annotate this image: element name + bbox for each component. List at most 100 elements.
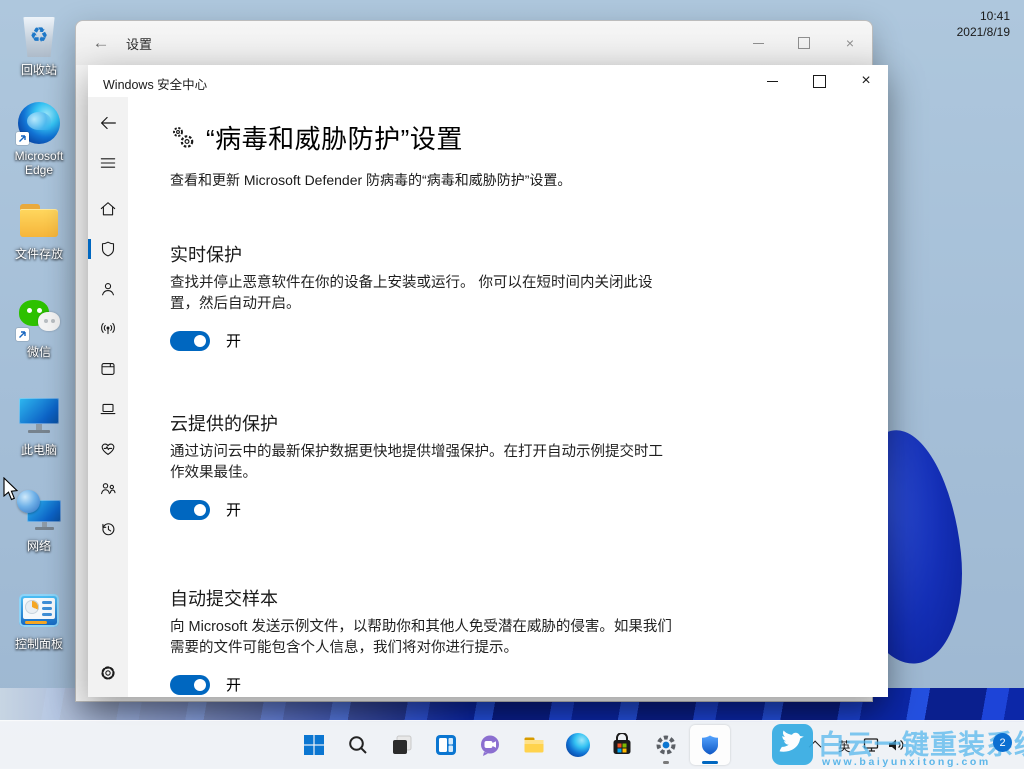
shortcut-arrow-icon: [16, 132, 29, 145]
gear-icon: [98, 663, 118, 683]
minimize-button[interactable]: [749, 65, 795, 97]
desktop-icon-wechat[interactable]: 微信: [3, 296, 75, 359]
sidebar-back-button[interactable]: [88, 105, 128, 141]
this-pc-icon: [15, 394, 63, 440]
sidebar-item-firewall-network[interactable]: [88, 311, 128, 347]
realtime-protection-toggle[interactable]: [170, 331, 210, 351]
maximize-button[interactable]: [781, 21, 827, 65]
search-button[interactable]: [338, 725, 378, 765]
sidebar-item-family-options[interactable]: [88, 471, 128, 507]
section-heading: 云提供的保护: [170, 410, 675, 436]
heart-pulse-icon: [98, 439, 118, 459]
desktop-icon-label: 此电脑: [3, 443, 75, 457]
person-icon: [98, 279, 118, 299]
settings-window-title: 设置: [126, 34, 152, 53]
desktop-icon-file-storage[interactable]: 文件存放: [3, 198, 75, 261]
toggle-state-label: 开: [226, 330, 241, 351]
toggle-knob: [194, 679, 206, 691]
tray-show-hidden[interactable]: [812, 721, 821, 769]
sidebar-item-account-protection[interactable]: [88, 271, 128, 307]
cloud-protection-toggle[interactable]: [170, 500, 210, 520]
edge-icon: [15, 100, 63, 146]
toggle-state-label: 开: [226, 674, 241, 695]
sidebar-item-virus-threat-protection[interactable]: [88, 231, 128, 267]
toggle-knob: [194, 335, 206, 347]
desktop-icon-recycle-bin[interactable]: ♻ 回收站: [3, 14, 75, 77]
wireless-icon: [98, 319, 118, 339]
desktop-icon-label: 网络: [3, 539, 75, 553]
laptop-icon: [98, 399, 118, 419]
sidebar-item-home[interactable]: [88, 191, 128, 227]
app-window-icon: [98, 359, 118, 379]
task-view-icon: [390, 733, 414, 757]
family-icon: [98, 479, 118, 499]
control-panel-icon: [15, 588, 63, 634]
home-icon: [98, 199, 118, 219]
hamburger-icon: [98, 153, 118, 173]
sidebar-item-device-performance-health[interactable]: [88, 431, 128, 467]
sample-submission-toggle[interactable]: [170, 675, 210, 695]
toggle-knob: [194, 504, 206, 516]
minimize-button[interactable]: [735, 21, 781, 65]
security-sidebar: [88, 97, 128, 697]
ime-label: 英: [838, 736, 851, 755]
gear-icon: [654, 733, 678, 757]
desktop-icon-label: Microsoft Edge: [3, 149, 75, 177]
section-heading: 自动提交样本: [170, 585, 675, 611]
page-title: “病毒和威胁防护”设置: [206, 119, 463, 156]
search-icon: [347, 734, 369, 756]
start-button[interactable]: [294, 725, 334, 765]
network-icon: [15, 490, 63, 536]
section-sample-submission: 自动提交样本 向 Microsoft 发送示例文件，以帮助你和其他人免受潜在威胁…: [170, 585, 675, 695]
speaker-icon: [886, 735, 906, 755]
edge-button[interactable]: [558, 725, 598, 765]
toggle-state-label: 开: [226, 499, 241, 520]
desktop-icon-control-panel[interactable]: 控制面板: [3, 588, 75, 651]
store-button[interactable]: [602, 725, 642, 765]
desktop-icon-edge[interactable]: Microsoft Edge: [3, 100, 75, 177]
sidebar-item-protection-history[interactable]: [88, 511, 128, 547]
close-button[interactable]: ×: [843, 65, 889, 97]
store-icon: [610, 733, 634, 757]
file-explorer-icon: [522, 733, 546, 757]
page-gears-icon: [170, 125, 196, 151]
file-explorer-button[interactable]: [514, 725, 554, 765]
security-titlebar: Windows 安全中心 ×: [88, 65, 888, 97]
widgets-button[interactable]: [426, 725, 466, 765]
section-heading: 实时保护: [170, 241, 675, 267]
desktop-icon-label: 文件存放: [3, 247, 75, 261]
notification-badge[interactable]: 2: [993, 733, 1012, 752]
tray-display[interactable]: [862, 721, 882, 769]
chat-button[interactable]: [470, 725, 510, 765]
taskbar-clock[interactable]: 10:41 2021/8/19: [938, 8, 1010, 40]
mouse-cursor: [2, 477, 20, 508]
security-window-title: Windows 安全中心: [103, 74, 207, 93]
maximize-button[interactable]: [796, 65, 842, 97]
desktop-icon-this-pc[interactable]: 此电脑: [3, 394, 75, 457]
windows-security-button[interactable]: [690, 725, 730, 765]
sidebar-menu-button[interactable]: [88, 145, 128, 181]
tray-input-method[interactable]: 英: [838, 721, 851, 769]
widgets-icon: [434, 733, 458, 757]
security-content: “病毒和威胁防护”设置 查看和更新 Microsoft Defender 防病毒…: [128, 97, 888, 697]
windows-logo-icon: [303, 734, 325, 756]
clock-date: 2021/8/19: [938, 24, 1010, 40]
section-body: 查找并停止恶意软件在你的设备上安装或运行。 你可以在短时间内关闭此设置，然后自动…: [170, 273, 675, 315]
settings-button[interactable]: [646, 725, 686, 765]
security-shield-icon: [698, 733, 722, 757]
clock-time: 10:41: [938, 8, 1010, 24]
section-cloud-protection: 云提供的保护 通过访问云中的最新保护数据更快地提供增强保护。在打开自动示例提交时…: [170, 410, 675, 520]
minimize-icon: [767, 81, 778, 82]
sidebar-item-device-security[interactable]: [88, 391, 128, 427]
sidebar-item-app-browser-control[interactable]: [88, 351, 128, 387]
chat-icon: [478, 733, 502, 757]
windows-security-window: Windows 安全中心 ×: [88, 65, 888, 697]
back-arrow-icon[interactable]: ←: [88, 31, 114, 55]
task-view-button[interactable]: [382, 725, 422, 765]
close-button[interactable]: ×: [827, 21, 873, 65]
wechat-icon: [15, 296, 63, 342]
tray-volume[interactable]: [886, 721, 906, 769]
maximize-icon: [813, 75, 826, 88]
sidebar-item-settings[interactable]: [88, 655, 128, 691]
arrow-left-icon: [97, 112, 119, 134]
